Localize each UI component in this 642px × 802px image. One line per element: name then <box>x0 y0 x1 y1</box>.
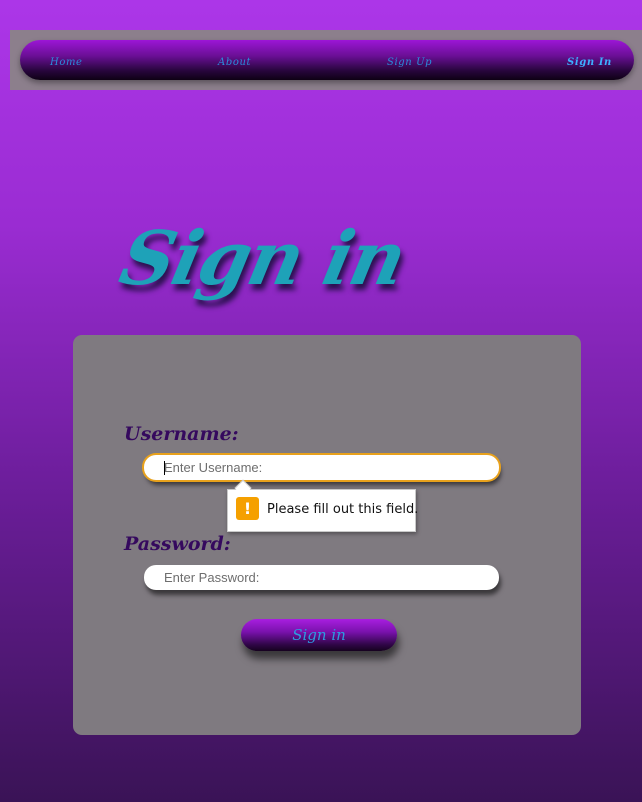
username-label: Username: <box>124 423 239 445</box>
page-title: Sign in <box>112 216 412 302</box>
password-input[interactable] <box>144 565 499 590</box>
warning-icon: ! <box>236 497 259 520</box>
sign-in-button[interactable]: Sign in <box>241 619 397 651</box>
nav-link-sign-up[interactable]: Sign Up <box>387 57 432 68</box>
text-caret <box>164 461 165 475</box>
nav-link-home[interactable]: Home <box>50 57 83 68</box>
nav-link-about[interactable]: About <box>218 57 251 68</box>
validation-message: Please fill out this field. <box>267 502 419 517</box>
nav-bar <box>20 40 634 80</box>
nav-link-sign-in[interactable]: Sign In <box>567 57 612 68</box>
password-label: Password: <box>124 533 231 555</box>
username-input[interactable] <box>144 455 499 480</box>
